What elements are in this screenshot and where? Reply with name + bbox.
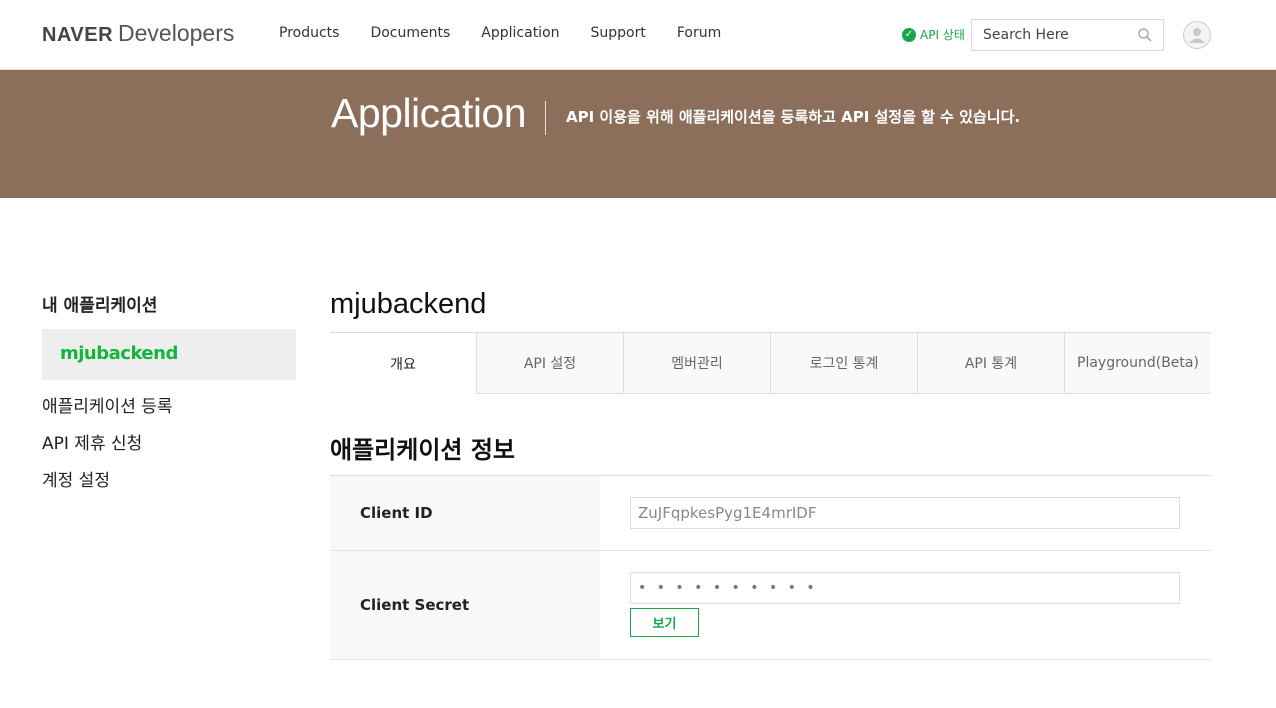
page-title: mjubackend — [330, 288, 487, 320]
tab-api-stats[interactable]: API 통계 — [918, 333, 1065, 394]
sidebar-title: 내 애플리케이션 — [42, 296, 158, 316]
user-avatar-icon[interactable] — [1183, 21, 1211, 49]
nav-forum[interactable]: Forum — [677, 25, 721, 41]
client-id-field[interactable]: ZuJFqpkesPyg1E4mrIDF — [630, 497, 1180, 529]
sidebar-item-register-app[interactable]: 애플리케이션 등록 — [42, 392, 173, 417]
logo-product: Developers — [118, 20, 235, 46]
banner-title: Application — [331, 90, 527, 136]
table-row-client-id: Client ID ZuJFqpkesPyg1E4mrIDF — [330, 476, 1211, 551]
nav-support[interactable]: Support — [591, 25, 646, 41]
sidebar-item-api-partnership[interactable]: API 제휴 신청 — [42, 429, 142, 454]
nav-application[interactable]: Application — [481, 25, 559, 41]
api-status-label: API 상태 — [920, 28, 965, 42]
app-info-table: Client ID ZuJFqpkesPyg1E4mrIDF Client Se… — [330, 475, 1211, 660]
banner-description: API 이용을 위해 애플리케이션을 등록하고 API 설정을 할 수 있습니다… — [566, 108, 1021, 126]
search-input[interactable] — [972, 20, 1132, 50]
nav-documents[interactable]: Documents — [370, 25, 450, 41]
sidebar-item-account-settings[interactable]: 계정 설정 — [42, 466, 110, 491]
naver-developers-logo[interactable]: NAVER Developers — [42, 20, 234, 48]
tab-member-management[interactable]: 멤버관리 — [624, 333, 771, 394]
client-id-label: Client ID — [330, 476, 600, 550]
client-secret-field[interactable]: • • • • • • • • • • — [630, 572, 1180, 604]
nav-products[interactable]: Products — [279, 25, 339, 41]
show-secret-button[interactable]: 보기 — [630, 608, 699, 637]
tab-playground[interactable]: Playground(Beta) — [1065, 333, 1211, 394]
main-nav: Products Documents Application Support F… — [279, 25, 752, 41]
sidebar-item-mjubackend[interactable]: mjubackend — [42, 329, 296, 380]
banner-divider — [545, 101, 546, 135]
tab-api-settings[interactable]: API 설정 — [477, 333, 624, 394]
tab-login-stats[interactable]: 로그인 통계 — [771, 333, 918, 394]
table-row-client-secret: Client Secret • • • • • • • • • • 보기 — [330, 551, 1211, 660]
check-circle-icon: ✓ — [902, 27, 916, 42]
search-box — [971, 19, 1164, 51]
tab-overview[interactable]: 개요 — [330, 333, 477, 394]
search-icon[interactable] — [1138, 27, 1152, 42]
top-header: NAVER Developers Products Documents Appl… — [0, 0, 1276, 70]
logo-brand: NAVER — [42, 24, 114, 46]
sidebar-item-label: mjubackend — [60, 343, 178, 364]
section-title: 애플리케이션 정보 — [330, 436, 515, 464]
app-tabs: 개요 API 설정 멤버관리 로그인 통계 API 통계 Playground(… — [330, 332, 1211, 394]
client-secret-label: Client Secret — [330, 551, 600, 659]
api-status-link[interactable]: ✓ API 상태 — [902, 26, 965, 43]
page-banner: Application API 이용을 위해 애플리케이션을 등록하고 API … — [0, 70, 1276, 198]
